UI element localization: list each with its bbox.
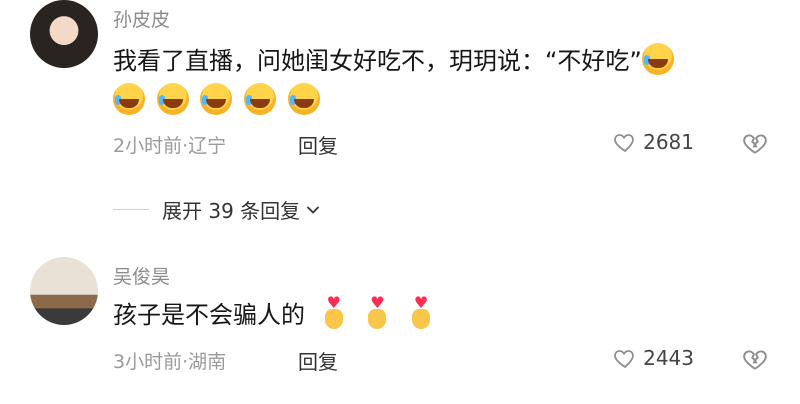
heart-icon [614,134,634,153]
username[interactable]: 吴俊昊 [113,262,170,289]
broken-heart-icon[interactable] [742,346,768,372]
reply-button[interactable]: 回复 [298,130,338,159]
like-button[interactable]: 2681 [613,130,694,154]
comment-text: 孩子是不会骗人的 ♥ ♥ ♥ [113,295,773,334]
laughing-emoji [113,83,145,115]
divider [113,209,149,210]
expand-replies-label: 展开 39 条回复 [162,199,301,223]
heart-fingers-emoji: ♥ [406,295,436,331]
expand-replies-button[interactable]: 展开 39 条回复 [162,195,320,224]
laughing-emoji [243,83,276,115]
heart-fingers-emoji: ♥ [362,295,392,331]
like-button[interactable]: 2443 [613,346,694,370]
laughing-emoji [156,83,189,115]
broken-heart-icon[interactable] [742,130,768,156]
comment-text-main: 我看了直播，问她闺女好吃不，玥玥说：“不好吃” [113,47,642,75]
like-count: 2681 [643,130,694,154]
avatar[interactable] [30,0,98,68]
chevron-down-icon [307,206,320,213]
time-location: 3小时前·湖南 [113,351,227,373]
laughing-emoji [287,83,320,115]
heart-icon [614,350,634,369]
username[interactable]: 孙皮皮 [113,5,170,32]
laughing-emoji [641,43,674,75]
comment-text: 我看了直播，问她闺女好吃不，玥玥说：“不好吃” [113,42,773,80]
reply-button[interactable]: 回复 [298,346,338,375]
like-count: 2443 [643,346,694,370]
heart-fingers-emoji: ♥ [319,295,349,331]
comment-text-main: 孩子是不会骗人的 [113,301,305,329]
laughing-emoji [200,83,233,115]
time-location: 2小时前·辽宁 [113,135,227,157]
avatar[interactable] [30,257,98,325]
emoji-row [113,82,773,120]
